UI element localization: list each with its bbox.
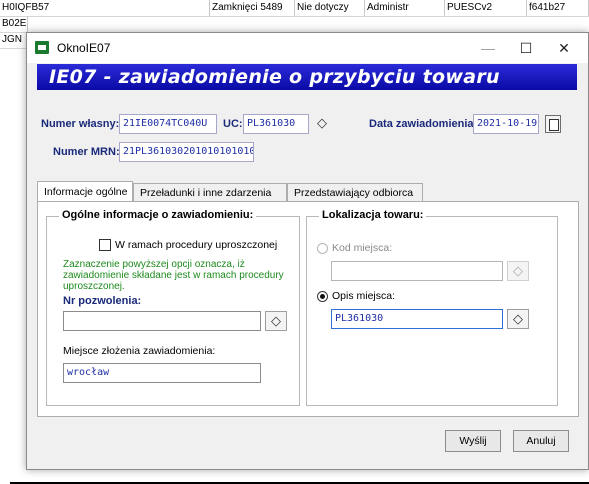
eraser-icon: ◇ <box>317 115 327 130</box>
maximize-button[interactable]: ☐ <box>511 38 541 58</box>
numer-wlasny-field[interactable]: 21IE0074TC040U <box>119 114 217 134</box>
close-button[interactable]: ✕ <box>549 38 579 58</box>
eraser-icon: ◇ <box>513 263 523 278</box>
group-title: Ogólne informacje o zawiadomieniu: <box>59 209 257 221</box>
app-icon <box>35 41 49 54</box>
opis-miejsca-radio[interactable] <box>317 291 328 302</box>
table-cell: Zamknięci 5489 <box>210 0 295 16</box>
kod-lookup-button[interactable]: ◇ <box>507 261 529 281</box>
header-panel: Numer własny: 21IE0074TC040U UC: PL36103… <box>37 90 577 176</box>
opis-miejsca-input[interactable]: PL361030 <box>331 309 503 329</box>
table-cell: B02E <box>0 16 28 32</box>
kod-miejsca-input[interactable] <box>331 261 503 281</box>
table-cell: f641b27 <box>527 0 589 16</box>
kod-miejsca-label: Kod miejsca: <box>332 242 393 254</box>
table-row: H0IQFB57 Zamknięci 5489 Nie dotyczy Admi… <box>0 0 589 17</box>
tab-przeladunki[interactable]: Przeładunki i inne zdarzenia <box>133 183 287 201</box>
window-title: OknoIE07 <box>57 41 111 55</box>
title-bar[interactable]: OknoIE07 — ☐ ✕ <box>27 33 588 63</box>
permit-lookup-button[interactable]: ◇ <box>265 311 287 331</box>
mrn-field[interactable]: 21PL361030201010101010 <box>119 142 254 162</box>
checkbox-label: W ramach procedury uproszczonej <box>115 239 278 251</box>
form-banner: IE07 - zawiadomienie o przybyciu towaru <box>37 64 577 90</box>
place-label: Miejsce złożenia zawiadomienia: <box>63 345 216 357</box>
kod-miejsca-radio[interactable] <box>317 243 328 254</box>
group-title: Lokalizacja towaru: <box>319 209 427 221</box>
send-button[interactable]: Wyślij <box>445 430 501 452</box>
mrn-label: Numer MRN: <box>53 146 120 158</box>
uproszczona-checkbox[interactable] <box>99 239 111 251</box>
table-cell: H0IQFB57 <box>0 0 210 16</box>
table-cell: JGN <box>0 32 28 48</box>
tab-panel-general: Ogólne informacje o zawiadomieniu: W ram… <box>37 201 579 417</box>
procedure-note: Zaznaczenie powyższej opcji oznacza, iż … <box>63 259 284 292</box>
location-group: Lokalizacja towaru: Kod miejsca: ◇ Opis … <box>306 209 558 406</box>
table-cell: Administr <box>365 0 445 16</box>
data-zawiadomienia-field[interactable]: 2021-10-19 <box>473 114 539 134</box>
data-zawiadomienia-label: Data zawiadomienia: <box>369 118 478 130</box>
place-input[interactable]: wrocław <box>63 363 261 383</box>
uc-label: UC: <box>223 118 243 130</box>
table-cell: PUESCv2 <box>445 0 527 16</box>
minimize-button[interactable]: — <box>473 38 503 58</box>
general-info-group: Ogólne informacje o zawiadomieniu: W ram… <box>46 209 300 406</box>
uc-field[interactable]: PL361030 <box>243 114 309 134</box>
dialog-window: OknoIE07 — ☐ ✕ IE07 - zawiadomienie o pr… <box>26 32 589 470</box>
table-row: B02E <box>0 16 589 33</box>
opis-miejsca-label: Opis miejsca: <box>332 290 396 302</box>
cancel-button[interactable]: Anuluj <box>513 430 569 452</box>
eraser-icon: ◇ <box>271 313 281 328</box>
uc-lookup-button[interactable]: ◇ <box>311 114 333 134</box>
table-cell: Nie dotyczy <box>295 0 365 16</box>
numer-wlasny-label: Numer własny: <box>41 118 120 130</box>
tab-przedstawiajacy-odbiorca[interactable]: Przedstawiający odbiorca <box>287 183 423 201</box>
permit-input[interactable] <box>63 311 261 331</box>
eraser-icon: ◇ <box>513 311 523 326</box>
calendar-icon[interactable] <box>545 115 561 133</box>
opis-lookup-button[interactable]: ◇ <box>507 309 529 329</box>
tab-informacje-ogolne[interactable]: Informacje ogólne <box>37 181 133 201</box>
permit-label: Nr pozwolenia: <box>63 295 142 307</box>
